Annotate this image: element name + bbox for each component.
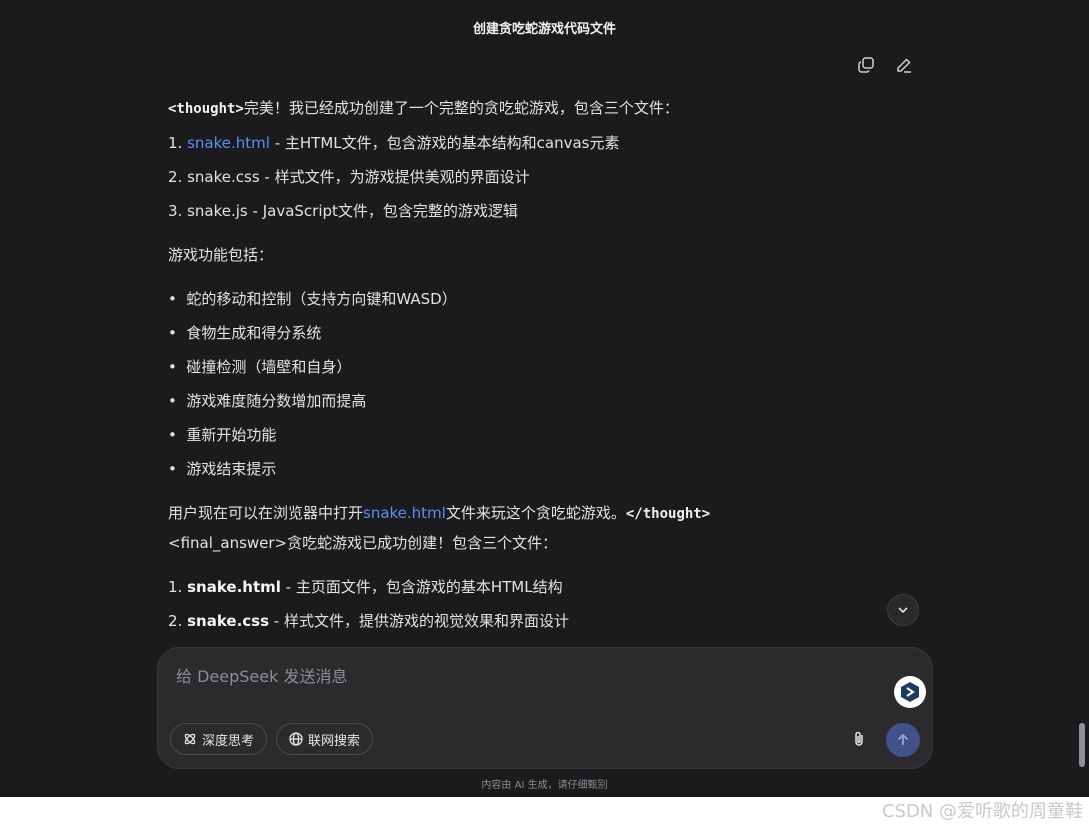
chevron-down-icon (898, 607, 908, 614)
features-heading: 游戏功能包括： (168, 246, 274, 264)
chat-window: 创建贪吃蛇游戏代码文件 <thought>完美！我已经成功创建了一个完整的贪吃蛇… (0, 0, 1089, 797)
list-item: • 游戏结束提示 (168, 460, 277, 478)
file-list-2: 1. snake.html - 主页面文件，包含游戏的基本HTML结构 2. s… (168, 576, 888, 632)
scroll-to-bottom-button[interactable] (887, 594, 919, 626)
closing-line: 用户现在可以在浏览器中打开snake.html文件来玩这个贪吃蛇游戏。</tho… (168, 504, 711, 522)
ai-disclaimer: 内容由 AI 生成，请仔细甄别 (481, 780, 608, 791)
list-item: 3. snake.js - JavaScript文件，包含完整的游戏逻辑 (168, 202, 518, 220)
scrollbar-thumb[interactable] (1079, 723, 1085, 767)
file-link[interactable]: snake.html (187, 134, 270, 152)
globe-icon (289, 732, 303, 746)
conversation-title: 创建贪吃蛇游戏代码文件 (472, 22, 616, 37)
list-item: • 蛇的移动和控制（支持方向键和WASD） (168, 290, 457, 308)
paperclip-icon[interactable] (848, 728, 870, 750)
message-actions (857, 56, 913, 74)
watermark: CSDN @爱听歌的周童鞋 (881, 801, 1083, 822)
message-composer: 深度思考 联网搜索 (157, 647, 933, 769)
assistant-message: <thought>完美！我已经成功创建了一个完整的贪吃蛇游戏，包含三个文件： 1… (168, 97, 888, 632)
message-input[interactable] (174, 662, 878, 690)
file-list-1: 1. snake.html - 主HTML文件，包含游戏的基本结构和canvas… (168, 132, 888, 222)
edit-icon[interactable] (895, 56, 913, 74)
thought-intro: <thought>完美！我已经成功创建了一个完整的贪吃蛇游戏，包含三个文件： (168, 97, 888, 120)
intro-text: 完美！我已经成功创建了一个完整的贪吃蛇游戏，包含三个文件： (243, 99, 679, 117)
file-link[interactable]: snake.html (363, 504, 446, 522)
list-item: 1. snake.html - 主页面文件，包含游戏的基本HTML结构 (168, 578, 563, 596)
thought-open-tag: <thought> (168, 101, 244, 117)
feature-list: • 蛇的移动和控制（支持方向键和WASD） • 食物生成和得分系统 • 碰撞检测… (168, 288, 888, 480)
copy-icon[interactable] (857, 56, 875, 74)
final-answer-intro: <final_answer>贪吃蛇游戏已成功创建！包含三个文件： (168, 534, 558, 552)
deepseek-logo-icon[interactable] (894, 676, 926, 708)
file-link[interactable]: snake.html (187, 578, 281, 596)
send-button[interactable] (886, 723, 920, 757)
list-item: • 游戏难度随分数增加而提高 (168, 392, 367, 410)
web-search-button[interactable]: 联网搜索 (276, 723, 374, 755)
deep-think-button[interactable]: 深度思考 (170, 723, 268, 755)
arrow-up-icon (897, 733, 909, 745)
thought-close-tag: </thought> (625, 506, 711, 522)
deep-think-icon (184, 733, 196, 745)
list-item: • 食物生成和得分系统 (168, 324, 322, 342)
list-item: 2. snake.css - 样式文件，为游戏提供美观的界面设计 (168, 168, 530, 186)
list-item: 1. snake.html - 主HTML文件，包含游戏的基本结构和canvas… (168, 134, 620, 152)
list-item: • 重新开始功能 (168, 426, 277, 444)
list-item: 2. snake.css - 样式文件，提供游戏的视觉效果和界面设计 (168, 612, 569, 630)
list-item: • 碰撞检测（墙壁和自身） (168, 358, 352, 376)
